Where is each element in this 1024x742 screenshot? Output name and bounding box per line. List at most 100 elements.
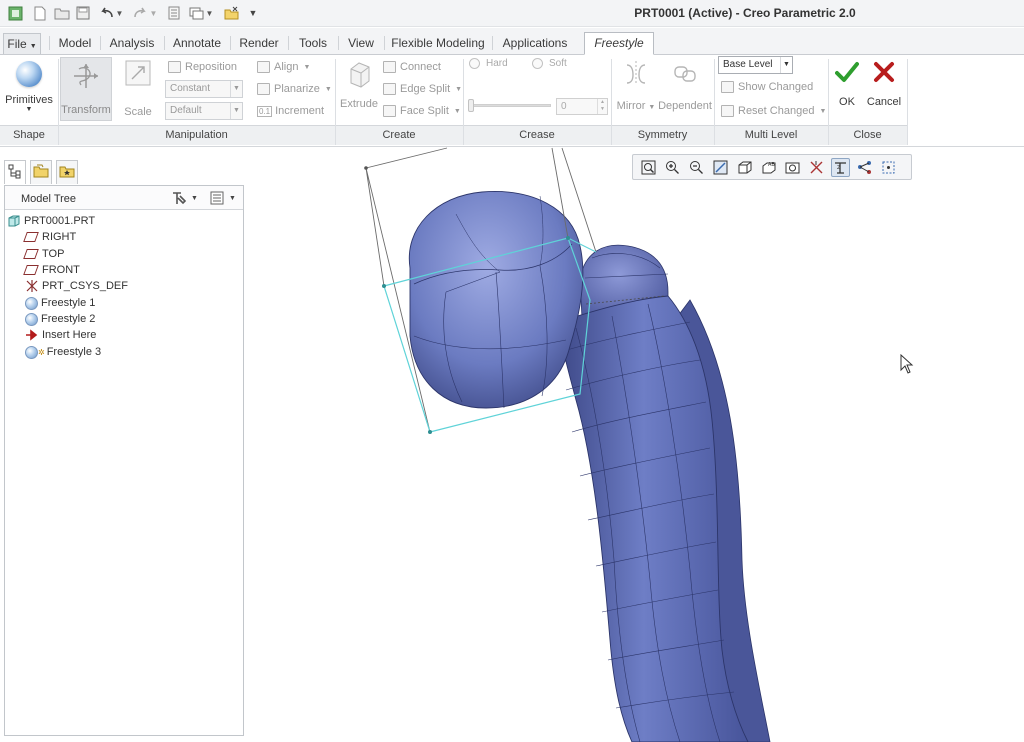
part-icon (8, 215, 20, 227)
reposition-button[interactable]: Reposition (168, 61, 237, 73)
model-tree-title: Model Tree (21, 193, 77, 205)
close-icon (874, 62, 894, 82)
tree-item-freestyle-3[interactable]: ✲ Freestyle 3 (25, 344, 101, 360)
dependent-button[interactable]: Dependent (658, 59, 712, 112)
scale-button[interactable]: Scale (116, 59, 160, 118)
tab-tools[interactable]: Tools (290, 33, 336, 54)
mirror-button[interactable]: Mirror ▼ (613, 59, 659, 112)
tree-item-freestyle-2[interactable]: Freestyle 2 (25, 311, 95, 327)
sphere-icon (16, 61, 42, 87)
group-label-close: Close (853, 129, 882, 141)
reset-changed-button[interactable]: Reset Changed ▼ (721, 105, 826, 117)
close-window-icon[interactable] (222, 4, 240, 22)
dependent-icon (674, 66, 696, 82)
group-label-crease: Crease (519, 129, 555, 141)
customize-icon[interactable]: ▼ (246, 4, 260, 22)
datum-plane-icon (23, 249, 39, 259)
insert-arrow-icon (26, 329, 38, 341)
default-dropdown[interactable]: Default ▼ (165, 102, 243, 120)
planarize-button[interactable]: Planarize ▼ (257, 83, 332, 95)
tree-icon (8, 164, 21, 179)
crease-slider-thumb[interactable] (468, 99, 474, 112)
tab-file[interactable]: File ▼ (3, 33, 41, 54)
folder-browser-tab[interactable] (30, 160, 52, 184)
radio-dot (469, 58, 480, 69)
mouse-cursor-icon (900, 354, 914, 374)
open-icon[interactable] (53, 4, 71, 22)
redo-icon[interactable]: ▼ (131, 4, 159, 22)
tree-item-insert-here[interactable]: Insert Here (25, 327, 96, 343)
face-split-icon (383, 105, 396, 117)
crease-slider-track[interactable] (471, 104, 551, 107)
tab-flexible-modeling[interactable]: Flexible Modeling (386, 33, 490, 54)
connect-button[interactable]: Connect (383, 61, 441, 73)
group-label-create: Create (382, 129, 416, 141)
group-label-manipulation: Manipulation (165, 129, 228, 141)
tab-applications[interactable]: Applications (494, 33, 576, 54)
cancel-button[interactable]: Cancel (866, 61, 902, 108)
group-label-shape: Shape (13, 129, 45, 141)
edge-split-icon (383, 83, 396, 95)
graphics-area[interactable] (250, 147, 1024, 742)
face-split-button[interactable]: Face Split ▼ (383, 105, 461, 117)
tools-icon (173, 192, 187, 205)
ok-button[interactable]: OK (831, 61, 863, 108)
favorites-tab[interactable] (56, 160, 78, 184)
mirror-icon (626, 61, 646, 85)
tree-item-right[interactable]: RIGHT (23, 229, 76, 245)
transform-button[interactable]: Transform (60, 57, 112, 121)
increment-icon: 0.1 (257, 105, 273, 117)
show-dropdown[interactable]: ▼ (209, 189, 241, 207)
windows-icon[interactable]: ▼ (187, 4, 215, 22)
ribbon: Primitives ▼ Shape Transform Scale Repos… (0, 55, 1024, 147)
save-icon[interactable] (75, 4, 91, 22)
model-tree-header: Model Tree ▼ ▼ (5, 186, 243, 210)
freestyle-model[interactable] (250, 147, 1024, 742)
reposition-icon (168, 61, 181, 73)
tree-item-top[interactable]: TOP (23, 246, 64, 262)
tree-item-front[interactable]: FRONT (23, 262, 80, 278)
crease-value-input[interactable]: 0 ▲ ▼ (556, 98, 608, 115)
freestyle-icon (25, 312, 38, 326)
level-dropdown[interactable]: Base Level ▼ (718, 56, 793, 74)
edge-split-button[interactable]: Edge Split ▼ (383, 83, 462, 95)
hard-radio[interactable]: Hard (469, 58, 508, 69)
app-icon[interactable] (6, 4, 24, 22)
soft-radio[interactable]: Soft (532, 58, 567, 69)
tab-annotate[interactable]: Annotate (166, 33, 228, 54)
model-tree-panel: Model Tree ▼ ▼ PRT0001.PRT RIGHT TOP FRO… (4, 185, 244, 736)
tab-freestyle[interactable]: Freestyle (584, 32, 654, 55)
active-star-icon: ✲ (38, 347, 45, 357)
window-title: PRT0001 (Active) - Creo Parametric 2.0 (634, 6, 856, 20)
show-changed-button[interactable]: Show Changed (721, 81, 813, 93)
tab-model[interactable]: Model (52, 33, 98, 54)
settings-dropdown[interactable]: ▼ (171, 189, 201, 207)
tab-analysis[interactable]: Analysis (102, 33, 162, 54)
extrude-button[interactable]: Extrude (338, 59, 380, 110)
radio-dot (532, 58, 543, 69)
tab-render[interactable]: Render (232, 33, 286, 54)
regenerate-icon[interactable] (165, 4, 183, 22)
show-changed-icon (721, 81, 734, 93)
connect-icon (383, 61, 396, 73)
model-tree-tab[interactable] (4, 160, 26, 184)
tree-item-part[interactable]: PRT0001.PRT (7, 213, 95, 229)
freestyle-active-icon (25, 345, 38, 359)
freestyle-icon (25, 296, 38, 310)
tab-view[interactable]: View (340, 33, 382, 54)
undo-icon[interactable]: ▼ (97, 4, 125, 22)
group-label-multi-level: Multi Level (744, 129, 798, 141)
primitives-button[interactable]: Primitives ▼ (4, 61, 54, 113)
transform-icon (74, 64, 98, 88)
tree-item-freestyle-1[interactable]: Freestyle 1 (25, 295, 95, 311)
tree-item-csys[interactable]: PRT_CSYS_DEF (25, 278, 128, 294)
increment-button[interactable]: 0.1 Increment (257, 105, 324, 117)
title-bar: ▼ ▼ ▼ ▼ PRT0001 (Active) - Creo Parametr… (0, 0, 1024, 27)
new-icon[interactable] (32, 4, 48, 22)
reset-changed-icon (721, 105, 734, 117)
align-button[interactable]: Align ▼ (257, 61, 310, 73)
constant-dropdown[interactable]: Constant ▼ (165, 80, 243, 98)
scale-icon (125, 60, 151, 86)
ribbon-tabs: File ▼ Model Analysis Annotate Render Too… (0, 28, 1024, 55)
list-icon (210, 191, 224, 205)
